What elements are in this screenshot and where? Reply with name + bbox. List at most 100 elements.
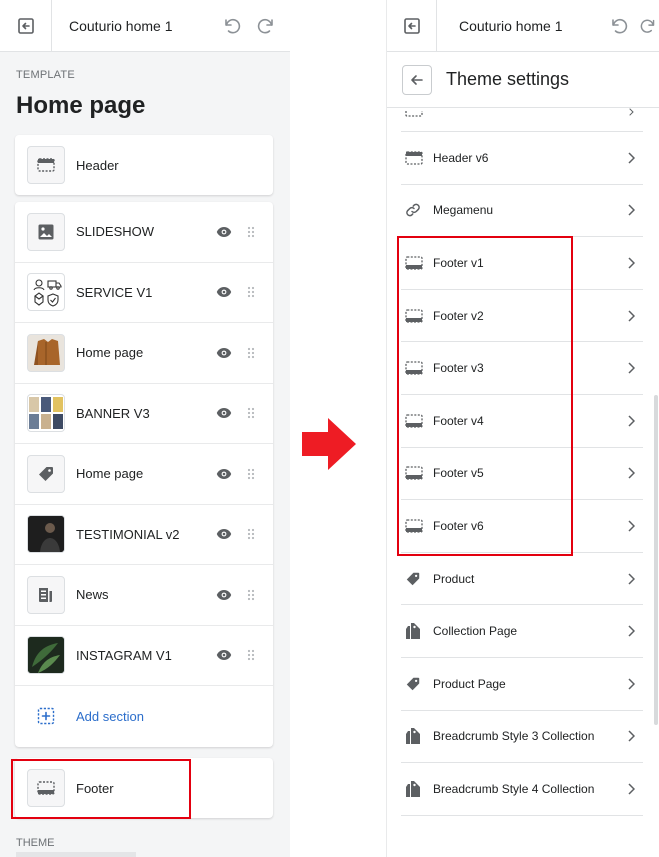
section-label: INSTAGRAM V1 xyxy=(76,647,172,663)
chevron-right-icon xyxy=(628,152,635,164)
section-item[interactable]: SLIDESHOW xyxy=(15,202,273,263)
section-item[interactable]: INSTAGRAM V1 xyxy=(15,626,273,686)
arrow-right-icon xyxy=(302,418,356,470)
settings-item-label: Breadcrumb Style 4 Collection xyxy=(433,781,595,796)
editor-topbar: Couturio home 1 xyxy=(387,0,659,52)
section-label: SLIDESHOW xyxy=(76,224,155,240)
blog-icon xyxy=(27,575,65,614)
add-section-label: Add section xyxy=(76,708,144,724)
section-item[interactable]: SERVICE V1 xyxy=(15,263,273,323)
settings-item-header-v6[interactable]: Header v6 xyxy=(401,132,643,185)
redo-icon[interactable] xyxy=(256,15,278,37)
section-label: TESTIMONIAL v2 xyxy=(76,526,180,542)
redo-icon[interactable] xyxy=(639,15,659,37)
settings-item-product[interactable]: Product xyxy=(401,553,643,606)
section-item[interactable]: News xyxy=(15,565,273,626)
settings-item-breadcrumb-style-4[interactable]: Breadcrumb Style 4 Collection xyxy=(401,763,643,816)
tag-icon xyxy=(406,677,420,690)
eye-icon[interactable] xyxy=(216,226,232,238)
drag-handle-icon[interactable] xyxy=(247,528,255,540)
highlight-box-footer-settings xyxy=(397,236,573,556)
drag-handle-icon[interactable] xyxy=(247,407,255,419)
eye-icon[interactable] xyxy=(216,468,232,480)
settings-item-breadcrumb-style-3[interactable]: Breadcrumb Style 3 Collection xyxy=(401,711,643,764)
chevron-right-icon xyxy=(628,467,635,479)
drag-handle-icon[interactable] xyxy=(247,589,255,601)
settings-item-label: Megamenu xyxy=(433,203,494,218)
settings-item-label: Header v6 xyxy=(433,150,489,165)
section-label: News xyxy=(76,587,109,603)
exit-icon xyxy=(17,17,34,34)
exit-icon xyxy=(403,17,420,34)
arrow-left-icon xyxy=(411,74,423,85)
link-icon xyxy=(406,204,420,217)
chevron-right-icon xyxy=(628,678,635,690)
section-label: BANNER V3 xyxy=(76,405,150,421)
undo-icon[interactable] xyxy=(607,15,629,37)
theme-label: THEME xyxy=(16,837,55,849)
chevron-right-icon xyxy=(628,573,635,585)
theme-settings-link-partial[interactable] xyxy=(16,852,136,857)
service-thumbnail xyxy=(27,273,65,312)
theme-name: Couturio home 1 xyxy=(459,17,563,34)
settings-item-megamenu[interactable]: Megamenu xyxy=(401,185,643,238)
drag-handle-icon[interactable] xyxy=(247,468,255,480)
drag-handle-icon[interactable] xyxy=(247,347,255,359)
chevron-right-icon xyxy=(628,362,635,374)
chevron-right-icon xyxy=(628,520,635,532)
page-title: Home page xyxy=(16,92,146,119)
image-icon xyxy=(27,212,65,251)
template-label: TEMPLATE xyxy=(16,69,75,81)
sections-list: SLIDESHOW SERVICE V1 Home page BANNER V3… xyxy=(15,202,273,747)
settings-item-partial[interactable] xyxy=(401,108,643,132)
jacket-thumbnail xyxy=(27,333,65,372)
drag-handle-icon[interactable] xyxy=(247,226,255,238)
settings-item-label: Breadcrumb Style 3 Collection xyxy=(433,729,595,744)
section-item[interactable]: Home page xyxy=(15,444,273,505)
settings-item-collection-page[interactable]: Collection Page xyxy=(401,605,643,658)
scrollbar[interactable] xyxy=(654,395,658,725)
eye-icon[interactable] xyxy=(216,649,232,661)
eye-icon[interactable] xyxy=(216,347,232,359)
plant-thumbnail xyxy=(27,636,65,675)
eye-icon[interactable] xyxy=(216,286,232,298)
chevron-right-icon xyxy=(628,730,635,742)
settings-item-product-page[interactable]: Product Page xyxy=(401,658,643,711)
drag-handle-icon[interactable] xyxy=(247,286,255,298)
eye-icon[interactable] xyxy=(216,407,232,419)
add-section-icon xyxy=(37,708,55,725)
header-layout-icon xyxy=(27,146,65,184)
header-section-item[interactable]: Header xyxy=(15,135,273,195)
chevron-right-icon xyxy=(628,625,635,637)
section-label: SERVICE V1 xyxy=(76,284,153,300)
add-section-button[interactable]: Add section xyxy=(15,686,273,747)
section-item[interactable]: BANNER V3 xyxy=(15,384,273,444)
exit-button[interactable] xyxy=(0,0,52,52)
settings-item-label: Collection Page xyxy=(433,624,518,639)
header-layout-icon xyxy=(405,151,423,165)
drag-handle-icon[interactable] xyxy=(247,649,255,661)
eye-icon[interactable] xyxy=(216,528,232,540)
chevron-right-icon xyxy=(628,257,635,269)
tag-icon xyxy=(406,572,420,585)
settings-item-label: Product xyxy=(433,571,475,586)
chevron-right-icon xyxy=(629,108,634,116)
back-button[interactable] xyxy=(402,64,432,95)
chevron-right-icon xyxy=(628,310,635,322)
tag-icon xyxy=(27,454,65,493)
footer-layout-icon xyxy=(405,111,423,117)
chevron-right-icon xyxy=(628,783,635,795)
template-editor-panel: Couturio home 1 TEMPLATE Home page Heade… xyxy=(0,0,290,857)
header-section-card: Header xyxy=(15,135,273,195)
section-item[interactable]: TESTIMONIAL v2 xyxy=(15,505,273,565)
editor-topbar: Couturio home 1 xyxy=(0,0,290,52)
collection-icon xyxy=(406,728,420,745)
undo-icon[interactable] xyxy=(220,15,242,37)
exit-button[interactable] xyxy=(387,0,437,52)
section-item[interactable]: Home page xyxy=(15,323,273,384)
eye-icon[interactable] xyxy=(216,589,232,601)
collection-icon xyxy=(406,780,420,797)
collection-icon xyxy=(406,623,420,640)
settings-item-label: Product Page xyxy=(433,676,506,691)
theme-settings-header: Theme settings xyxy=(387,52,659,108)
